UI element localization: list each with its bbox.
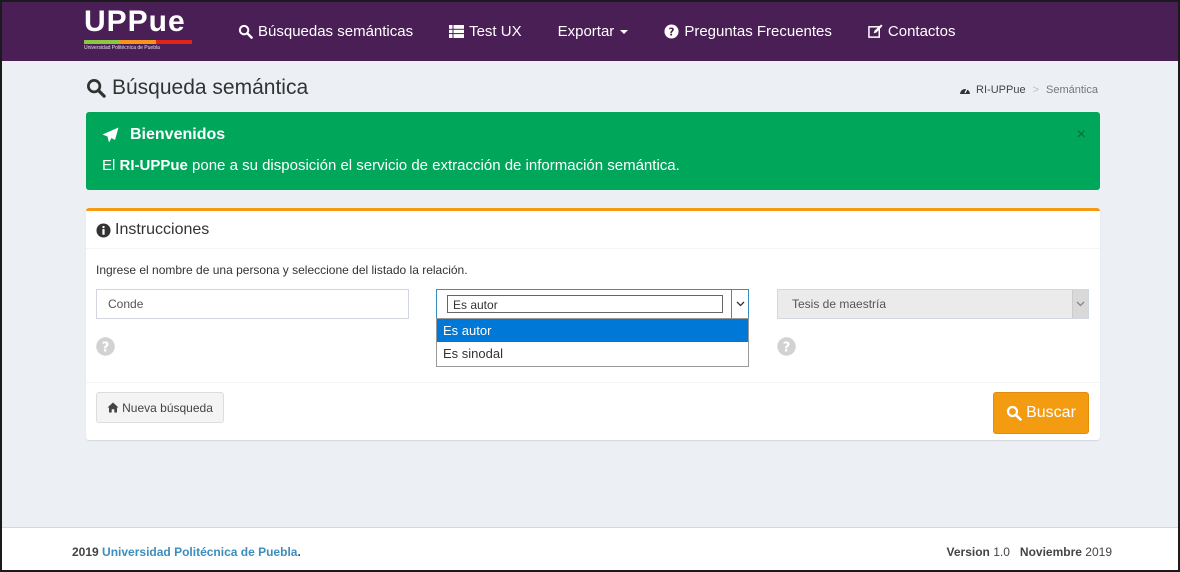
nav-label: Contactos: [887, 23, 956, 40]
new-search-label: Nueva búsqueda: [122, 400, 213, 415]
svg-text:?: ?: [783, 341, 791, 356]
box-divider: [86, 382, 1100, 383]
page-title-text: Búsqueda semántica: [112, 76, 309, 99]
instructions-box: Instrucciones Ingrese el nombre de una p…: [86, 208, 1100, 440]
footer-month: Noviembre: [1019, 545, 1082, 559]
alert-close-button[interactable]: ×: [1077, 126, 1086, 144]
footer-period: .: [297, 545, 301, 559]
svg-text:?: ?: [102, 341, 110, 356]
alert-title-text: Bienvenidos: [130, 126, 226, 143]
alert-body-brand: RI-UPPue: [119, 157, 188, 174]
search-button[interactable]: Buscar: [993, 392, 1089, 434]
footer-date-year: 2019: [1085, 545, 1112, 559]
nav-label: Test UX: [469, 23, 522, 40]
logo-title: UPPue: [84, 5, 186, 38]
breadcrumb-current: Semántica: [1046, 84, 1098, 96]
alert-body: El RI-UPPue pone a su disposición el ser…: [102, 157, 680, 174]
relation-select[interactable]: Es autor: [436, 289, 749, 319]
document-type-value: Tesis de maestría: [792, 297, 887, 311]
help-icon[interactable]: ?: [777, 337, 796, 356]
relation-select-toggle[interactable]: [731, 290, 748, 318]
paper-plane-icon: [102, 127, 119, 143]
logo-subtitle: Universidad Politécnica de Puebla: [84, 45, 160, 51]
nav-label: Preguntas Frecuentes: [684, 23, 832, 40]
nav-label: Exportar: [557, 23, 615, 40]
breadcrumb-home[interactable]: RI-UPPue: [976, 84, 1026, 96]
footer-version-label: Version: [946, 545, 990, 559]
footer-copyright: 2019 Universidad Politécnica de Puebla.: [72, 545, 301, 559]
breadcrumb: RI-UPPue > Semántica: [959, 84, 1098, 96]
document-type-toggle[interactable]: [1072, 290, 1088, 318]
relation-option-es-autor[interactable]: Es autor: [437, 319, 748, 342]
info-circle-icon: [96, 222, 111, 238]
instruction-text: Ingrese el nombre de una persona y selec…: [96, 263, 468, 277]
search-label: Buscar: [1026, 404, 1076, 421]
box-title-text: Instrucciones: [115, 221, 210, 238]
search-icon: [1006, 405, 1022, 421]
footer-year: 2019: [72, 545, 99, 559]
welcome-alert: Bienvenidos El RI-UPPue pone a su dispos…: [86, 112, 1100, 190]
edit-icon: [868, 24, 883, 38]
search-icon: [87, 79, 106, 98]
footer-university-link[interactable]: Universidad Politécnica de Puebla: [102, 545, 297, 559]
alert-title: Bienvenidos: [102, 126, 225, 144]
person-name-input[interactable]: Conde: [96, 289, 409, 319]
relation-dropdown-list: Es autor Es sinodal: [436, 318, 749, 367]
chevron-down-icon: [736, 301, 744, 307]
alert-body-prefix: El: [102, 157, 120, 174]
nav-label: Búsquedas semánticas: [258, 23, 414, 40]
chevron-down-icon: [1076, 301, 1085, 307]
question-circle-icon: ?: [664, 24, 679, 39]
main-nav: Búsquedas semánticas Test UX Exportar ? …: [238, 2, 991, 61]
help-icon[interactable]: ?: [96, 337, 115, 356]
dashboard-icon: [960, 88, 971, 94]
nav-contactos[interactable]: Contactos: [868, 23, 956, 40]
nav-exportar[interactable]: Exportar: [558, 23, 629, 40]
document-type-select[interactable]: Tesis de maestría: [777, 289, 1089, 319]
nav-busquedas-semanticas[interactable]: Búsquedas semánticas: [238, 23, 413, 40]
footer-version: Version 1.0 Noviembre 2019: [947, 545, 1112, 559]
nav-preguntas-frecuentes[interactable]: ? Preguntas Frecuentes: [664, 23, 832, 40]
box-header: Instrucciones: [86, 211, 1100, 249]
footer-version-number: 1.0: [993, 545, 1010, 559]
relation-select-value: Es autor: [447, 295, 723, 313]
caret-down-icon: [620, 29, 629, 34]
logo[interactable]: UPPue Universidad Politécnica de Puebla: [84, 6, 196, 54]
list-icon: [449, 25, 465, 38]
box-title: Instrucciones: [96, 221, 209, 239]
page-title: Búsqueda semántica: [86, 76, 308, 100]
nav-test-ux[interactable]: Test UX: [449, 23, 522, 40]
home-icon: [107, 402, 119, 413]
top-navbar: UPPue Universidad Politécnica de Puebla …: [2, 2, 1178, 61]
new-search-button[interactable]: Nueva búsqueda: [96, 392, 224, 423]
search-icon: [238, 24, 253, 39]
footer: 2019 Universidad Politécnica de Puebla. …: [2, 527, 1178, 570]
logo-color-bar: [84, 40, 192, 44]
breadcrumb-separator: >: [1032, 84, 1040, 96]
alert-body-suffix: pone a su disposición el servicio de ext…: [187, 157, 680, 174]
relation-option-es-sinodal[interactable]: Es sinodal: [437, 342, 748, 365]
app-frame: UPPue Universidad Politécnica de Puebla …: [0, 0, 1180, 572]
svg-text:?: ?: [669, 26, 675, 38]
